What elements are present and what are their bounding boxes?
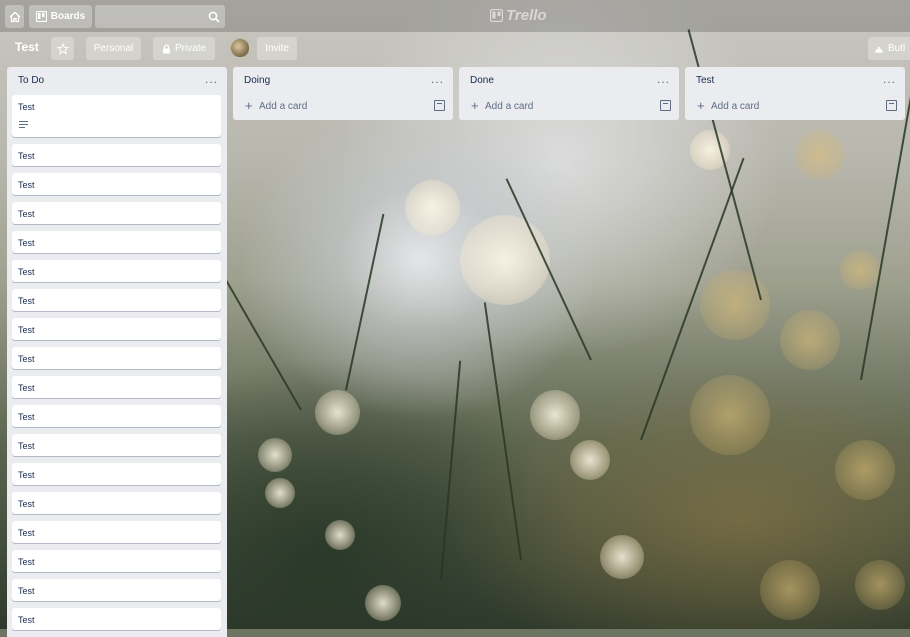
list-card[interactable]: Test bbox=[12, 376, 221, 398]
butler-button[interactable]: Butl bbox=[868, 37, 910, 60]
card-template-icon[interactable] bbox=[660, 100, 671, 111]
board-header: Test Personal Private Invite Butl bbox=[0, 36, 910, 62]
card-title: Test bbox=[18, 180, 35, 190]
list-test: Test ... + Add a card bbox=[685, 67, 905, 120]
card-title: Test bbox=[18, 615, 35, 625]
home-icon bbox=[9, 11, 20, 22]
board-title[interactable]: Test bbox=[15, 40, 39, 54]
list-menu-icon[interactable]: ... bbox=[883, 72, 896, 86]
trello-logo-icon bbox=[490, 9, 503, 22]
list-header: To Do ... bbox=[7, 67, 227, 93]
card-template-icon[interactable] bbox=[886, 100, 897, 111]
add-card-button[interactable]: + Add a card bbox=[685, 93, 905, 120]
list-header: Test ... bbox=[685, 67, 905, 93]
plus-icon: + bbox=[471, 98, 479, 113]
list-card[interactable]: Test bbox=[12, 318, 221, 340]
card-title: Test bbox=[18, 586, 35, 596]
list-card[interactable]: Test bbox=[12, 347, 221, 369]
add-card-label: Add a card bbox=[711, 101, 760, 112]
boards-label: Boards bbox=[50, 11, 86, 22]
top-header: Boards Trello bbox=[0, 0, 910, 32]
search-icon bbox=[208, 11, 220, 23]
list-card[interactable]: Test bbox=[12, 260, 221, 282]
list-to-do: To Do ... Test Test Test Test Test Test … bbox=[7, 67, 227, 637]
card-title: Test bbox=[18, 209, 35, 219]
list-card[interactable]: Test bbox=[12, 521, 221, 543]
list-card[interactable]: Test bbox=[12, 550, 221, 572]
card-title: Test bbox=[18, 151, 35, 161]
card-title: Test bbox=[18, 470, 35, 480]
card-title: Test bbox=[18, 528, 35, 538]
list-card[interactable]: Test bbox=[12, 463, 221, 485]
list-card[interactable]: Test bbox=[12, 405, 221, 427]
list-title[interactable]: Doing bbox=[244, 75, 270, 86]
boards-button[interactable]: Boards bbox=[29, 5, 92, 28]
star-icon bbox=[56, 42, 69, 55]
card-title: Test bbox=[18, 267, 35, 277]
plus-icon: + bbox=[697, 98, 705, 113]
list-title[interactable]: Test bbox=[696, 75, 714, 86]
visibility-button[interactable]: Private bbox=[153, 37, 215, 60]
card-title: Test bbox=[18, 499, 35, 509]
card-title: Test bbox=[18, 325, 35, 335]
list-card[interactable]: Test bbox=[12, 434, 221, 456]
butler-icon bbox=[875, 46, 883, 53]
member-avatar[interactable] bbox=[230, 38, 250, 58]
card-title: Test bbox=[18, 102, 35, 112]
card-title: Test bbox=[18, 354, 35, 364]
list-menu-icon[interactable]: ... bbox=[431, 72, 444, 86]
add-card-button[interactable]: + Add a card bbox=[459, 93, 679, 120]
butler-label: Butl bbox=[888, 43, 906, 54]
list-menu-icon[interactable]: ... bbox=[205, 72, 218, 86]
card-title: Test bbox=[18, 383, 35, 393]
add-card-label: Add a card bbox=[259, 101, 308, 112]
list-title[interactable]: To Do bbox=[18, 75, 44, 86]
list-done: Done ... + Add a card bbox=[459, 67, 679, 120]
search-input[interactable] bbox=[95, 5, 225, 28]
card-title: Test bbox=[18, 238, 35, 248]
list-card[interactable]: Test bbox=[12, 144, 221, 166]
list-card[interactable]: Test bbox=[12, 579, 221, 601]
invite-button[interactable]: Invite bbox=[257, 37, 297, 60]
list-title[interactable]: Done bbox=[470, 75, 494, 86]
list-card[interactable]: Test bbox=[12, 202, 221, 224]
list-card[interactable]: Test bbox=[12, 231, 221, 253]
list-header: Done ... bbox=[459, 67, 679, 93]
list-menu-icon[interactable]: ... bbox=[657, 72, 670, 86]
team-visibility-button[interactable]: Personal bbox=[86, 37, 141, 60]
card-title: Test bbox=[18, 441, 35, 451]
home-button[interactable] bbox=[5, 5, 24, 28]
list-card[interactable]: Test bbox=[12, 492, 221, 514]
description-icon bbox=[19, 121, 28, 130]
lock-icon bbox=[162, 43, 170, 53]
list-doing: Doing ... + Add a card bbox=[233, 67, 453, 120]
logo-text: Trello bbox=[506, 7, 547, 24]
card-title: Test bbox=[18, 557, 35, 567]
card-template-icon[interactable] bbox=[434, 100, 445, 111]
card-title: Test bbox=[18, 296, 35, 306]
list-card[interactable]: Test bbox=[12, 608, 221, 630]
add-card-label: Add a card bbox=[485, 101, 534, 112]
add-card-button[interactable]: + Add a card bbox=[233, 93, 453, 120]
star-button[interactable] bbox=[51, 37, 74, 60]
list-card[interactable]: Test bbox=[12, 173, 221, 195]
trello-logo[interactable]: Trello bbox=[490, 7, 547, 24]
list-header: Doing ... bbox=[233, 67, 453, 93]
list-card[interactable]: Test bbox=[12, 95, 221, 137]
card-title: Test bbox=[18, 412, 35, 422]
list-card[interactable]: Test bbox=[12, 289, 221, 311]
visibility-label: Private bbox=[174, 43, 207, 54]
boards-icon bbox=[35, 11, 47, 22]
plus-icon: + bbox=[245, 98, 253, 113]
